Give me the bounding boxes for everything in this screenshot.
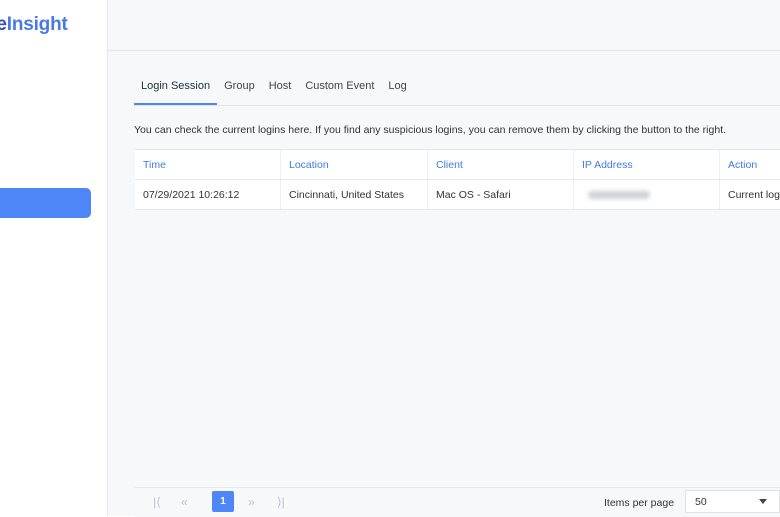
first-page-icon[interactable]: |⟨	[153, 495, 161, 509]
logo-text-part2: Insight	[6, 14, 68, 35]
app-logo[interactable]: veInsight	[0, 14, 68, 36]
logo-text-part1: ve	[0, 14, 7, 35]
tab-host[interactable]: Host	[262, 72, 299, 105]
sidebar-active-item[interactable]	[0, 188, 91, 218]
column-header-action[interactable]: Action	[720, 150, 780, 179]
items-per-page-select[interactable]: 50	[685, 490, 780, 513]
items-per-page-value: 50	[695, 495, 707, 508]
chevron-down-icon	[759, 499, 767, 504]
column-header-ip-address[interactable]: IP Address	[574, 150, 720, 179]
column-header-client[interactable]: Client	[428, 150, 574, 179]
top-bar	[108, 0, 780, 51]
tab-custom-event[interactable]: Custom Event	[298, 72, 381, 105]
cell-location: Cincinnati, United States	[281, 180, 428, 209]
login-session-table: Time Location Client IP Address Action 0…	[135, 149, 780, 210]
last-page-icon[interactable]: ⟩|	[277, 495, 285, 509]
cell-ip-address	[574, 180, 720, 209]
pagination-bar: |⟨ « 1 » ⟩| Items per page 50	[135, 487, 780, 517]
tab-log[interactable]: Log	[381, 72, 413, 105]
cell-client: Mac OS - Safari	[428, 180, 574, 209]
column-header-time[interactable]: Time	[135, 150, 281, 179]
table-row: 07/29/2021 10:26:12 Cincinnati, United S…	[135, 180, 780, 210]
column-header-location[interactable]: Location	[281, 150, 428, 179]
tab-group[interactable]: Group	[217, 72, 262, 105]
table-header-row: Time Location Client IP Address Action	[135, 150, 780, 180]
items-per-page-label: Items per page	[604, 497, 675, 509]
cell-action: Current log	[728, 188, 780, 201]
page-description: You can check the current logins here. I…	[134, 124, 727, 136]
redacted-ip	[588, 190, 650, 199]
prev-page-icon[interactable]: «	[181, 495, 188, 509]
main-content: Login Session Group Host Custom Event Lo…	[108, 0, 780, 517]
cell-time: 07/29/2021 10:26:12	[135, 180, 281, 209]
next-page-icon[interactable]: »	[248, 495, 255, 509]
page-number-current[interactable]: 1	[212, 491, 234, 512]
tab-bar: Login Session Group Host Custom Event Lo…	[134, 72, 780, 106]
tab-login-session[interactable]: Login Session	[134, 72, 218, 105]
sidebar: veInsight	[0, 0, 108, 516]
